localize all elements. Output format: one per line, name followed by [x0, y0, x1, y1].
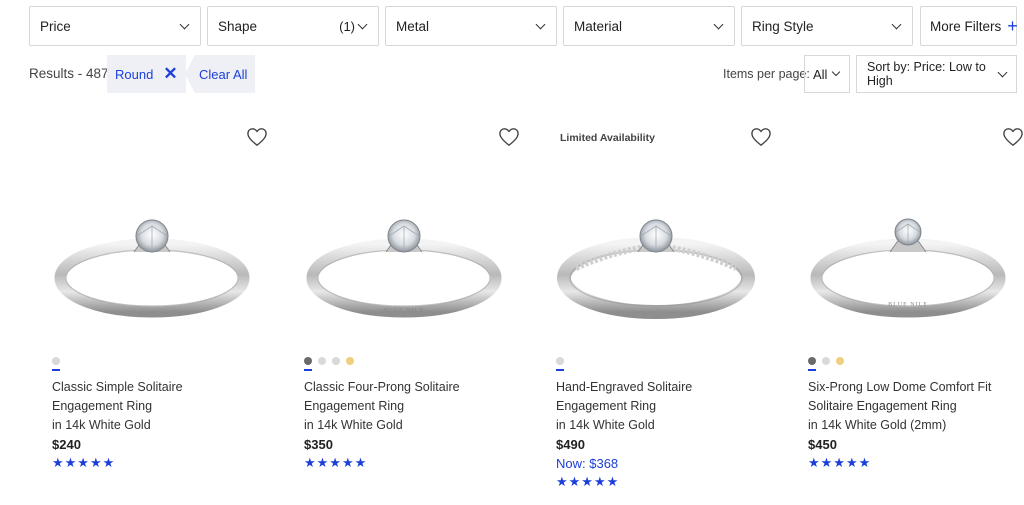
metal-swatch[interactable] [836, 357, 844, 365]
metal-swatch[interactable] [318, 357, 326, 365]
rating-stars: ★★★★★ [304, 455, 368, 470]
metal-swatch[interactable] [556, 357, 564, 371]
clear-all-button[interactable]: Clear All [185, 55, 256, 93]
chevron-down-icon [997, 67, 1008, 77]
filter-count: (1) [339, 18, 355, 34]
product-card[interactable]: Classic Simple Solitaire Engagement Ring… [52, 120, 272, 500]
product-info: Six-Prong Low Dome Comfort Fit Solitaire… [808, 378, 1008, 472]
close-icon[interactable]: ✕ [163, 64, 177, 84]
metal-swatches [556, 357, 564, 371]
metal-swatch[interactable] [52, 357, 60, 371]
chevron-down-icon [891, 19, 902, 29]
product-info: Classic Simple Solitaire Engagement Ring… [52, 378, 252, 472]
plus-icon: + [1007, 16, 1018, 36]
sort-label: Sort by: Price: Low to High [867, 60, 986, 88]
filter-shape[interactable]: Shape (1) [207, 6, 379, 46]
filter-price[interactable]: Price [29, 6, 201, 46]
ring-image[interactable] [52, 210, 252, 330]
filter-label: Price [40, 18, 71, 34]
metal-swatch[interactable] [304, 357, 312, 371]
product-price: $490 [556, 437, 585, 452]
product-metal: in 14k White Gold [304, 418, 403, 432]
ring-image[interactable]: BLUE NILE [808, 210, 1008, 330]
product-name[interactable]: Six-Prong Low Dome Comfort Fit Solitaire… [808, 378, 1008, 416]
product-price: $450 [808, 437, 837, 452]
chip-label: Round [115, 66, 154, 82]
ring-image[interactable] [556, 210, 756, 330]
chevron-down-icon [832, 67, 841, 77]
chevron-down-icon [179, 19, 190, 29]
chevron-down-icon [535, 19, 546, 29]
ring-image[interactable]: BLUE NILE [304, 210, 504, 330]
metal-swatch[interactable] [332, 357, 340, 365]
active-filter-chip[interactable]: Round ✕ [107, 55, 186, 93]
items-per-page-value: All [813, 66, 828, 82]
ring-engraving: BLUE NILE [888, 302, 928, 308]
more-filters-label: More Filters [930, 18, 1002, 34]
results-count: Results - 487 [29, 66, 109, 81]
ring-engraving: BLUE NILE [384, 308, 424, 314]
more-filters-button[interactable]: More Filters + [920, 6, 1018, 46]
metal-swatches [52, 357, 60, 371]
heart-icon[interactable] [750, 127, 772, 147]
metal-swatch[interactable] [346, 357, 354, 365]
product-card[interactable]: BLUE NILE Classic Four-Prong Solitaire E… [304, 120, 524, 500]
sale-price: Now: $368 [556, 456, 619, 471]
rating-stars: ★★★★★ [556, 474, 620, 489]
heart-icon[interactable] [498, 127, 520, 147]
items-per-page-select[interactable]: All [804, 55, 850, 93]
product-metal: in 14k White Gold [556, 418, 655, 432]
product-price: $350 [304, 437, 333, 452]
heart-icon[interactable] [246, 127, 268, 147]
metal-swatches [808, 357, 844, 371]
clear-all-label: Clear All [199, 66, 248, 82]
product-card[interactable]: Limited Availability Hand-Engraved Solit… [556, 120, 776, 500]
items-per-page-label: Items per page: [723, 67, 810, 81]
availability-badge: Limited Availability [560, 132, 655, 144]
filter-label: Metal [396, 18, 430, 34]
product-info: Hand-Engraved Solitaire Engagement Ring … [556, 378, 756, 491]
product-name[interactable]: Classic Simple Solitaire Engagement Ring [52, 378, 252, 416]
sort-select[interactable]: Sort by: Price: Low to High [856, 55, 1017, 93]
metal-swatch[interactable] [808, 357, 816, 371]
metal-swatches [304, 357, 354, 371]
rating-stars: ★★★★★ [808, 455, 872, 470]
product-metal: in 14k White Gold (2mm) [808, 418, 947, 432]
filter-material[interactable]: Material [563, 6, 735, 46]
product-card[interactable]: BLUE NILE Six-Prong Low Dome Comfort Fit… [808, 120, 1024, 500]
chevron-down-icon [713, 19, 724, 29]
metal-swatch[interactable] [822, 357, 830, 365]
product-metal: in 14k White Gold [52, 418, 151, 432]
heart-icon[interactable] [1002, 127, 1024, 147]
product-info: Classic Four-Prong Solitaire Engagement … [304, 378, 504, 472]
product-name[interactable]: Hand-Engraved Solitaire Engagement Ring [556, 378, 756, 416]
filter-label: Material [574, 18, 623, 34]
filter-metal[interactable]: Metal [385, 6, 557, 46]
chevron-down-icon [357, 19, 368, 29]
product-name[interactable]: Classic Four-Prong Solitaire Engagement … [304, 378, 504, 416]
filter-label: Shape [218, 18, 258, 34]
filter-ring-style[interactable]: Ring Style [741, 6, 913, 46]
product-price: $240 [52, 437, 81, 452]
rating-stars: ★★★★★ [52, 455, 116, 470]
filter-label: Ring Style [752, 18, 814, 34]
